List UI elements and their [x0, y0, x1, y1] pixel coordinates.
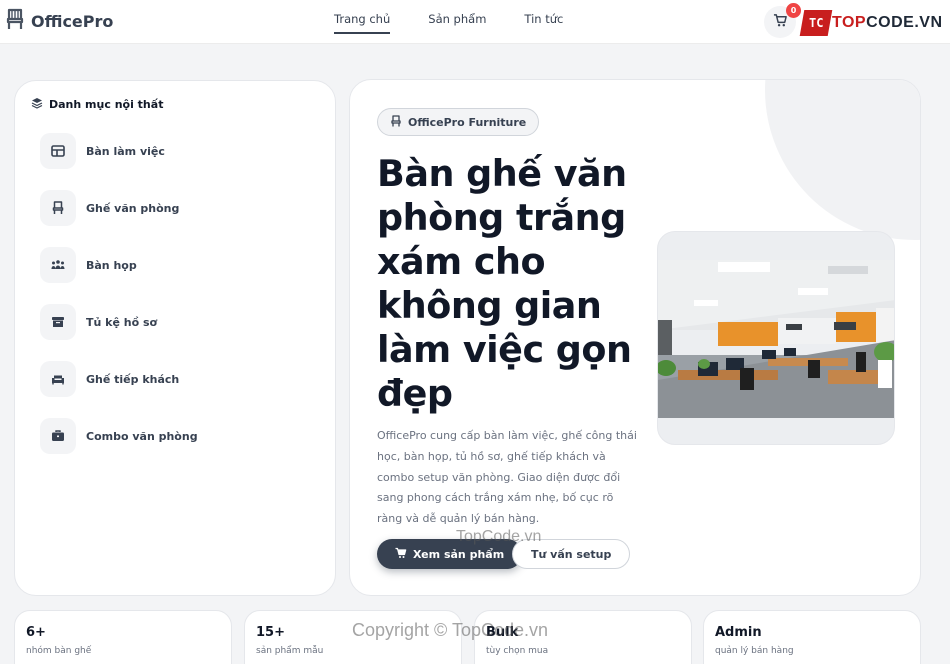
archive-icon	[40, 304, 76, 340]
table-icon	[40, 133, 76, 169]
nav-home[interactable]: Trang chủ	[334, 12, 391, 34]
stat-label: nhóm bàn ghế	[26, 646, 92, 656]
couch-icon	[40, 361, 76, 397]
cart-button[interactable]: 0	[764, 3, 801, 38]
topcode-text: TOPCODE.VN	[832, 14, 943, 31]
hero-title: Bàn ghế văn phòng trắng xám cho không gi…	[377, 152, 632, 415]
stat-value: Admin	[715, 625, 762, 640]
category-sidebar: Danh mục nội thất Bàn làm việc Ghế văn p…	[14, 80, 336, 596]
stat-card-admin: Admin quản lý bán hàng	[703, 610, 921, 664]
stat-label: tùy chọn mua	[486, 646, 549, 656]
hero-section: OfficePro Furniture Bàn ghế văn phòng tr…	[349, 79, 921, 596]
stat-label: quản lý bán hàng	[715, 646, 794, 656]
sidebar-item-label: Combo văn phòng	[86, 429, 198, 443]
layers-icon	[31, 97, 43, 112]
logo[interactable]: OfficePro	[5, 8, 113, 34]
sidebar-item-desks[interactable]: Bàn làm việc	[40, 133, 165, 169]
sidebar-item-label: Bàn làm việc	[86, 144, 165, 158]
topcode-brand-logo: TC TOPCODE.VN	[799, 10, 943, 36]
chair-icon	[40, 190, 76, 226]
sidebar-title: Danh mục nội thất	[31, 97, 163, 112]
topcode-mark: TC	[799, 10, 833, 36]
sidebar-item-label: Ghế văn phòng	[86, 201, 180, 215]
sidebar-item-guest-chairs[interactable]: Ghế tiếp khách	[40, 361, 179, 397]
sidebar-item-label: Tủ kệ hồ sơ	[86, 315, 158, 329]
sidebar-item-office-chairs[interactable]: Ghế văn phòng	[40, 190, 179, 226]
nav-products[interactable]: Sản phẩm	[428, 12, 486, 34]
chair-icon	[390, 114, 402, 130]
nav-news[interactable]: Tin tức	[524, 12, 563, 34]
main-nav: Trang chủ Sản phẩm Tin tức	[334, 12, 563, 34]
top-header: OfficePro Trang chủ Sản phẩm Tin tức 0 T…	[0, 0, 950, 44]
cart-icon	[395, 547, 407, 562]
sidebar-item-office-combo[interactable]: Combo văn phòng	[40, 418, 198, 454]
chair-logo-icon	[5, 8, 25, 34]
stat-label: sản phẩm mẫu	[256, 646, 324, 656]
sidebar-item-label: Ghế tiếp khách	[86, 372, 180, 386]
watermark-center: TopCode.vn	[456, 528, 542, 545]
logo-text: OfficePro	[31, 11, 114, 31]
stat-value: 15+	[256, 625, 285, 640]
brand-pill: OfficePro Furniture	[377, 108, 540, 136]
watermark-copyright: Copyright © TopCode.vn	[352, 620, 549, 640]
decorative-circle	[765, 80, 920, 240]
sidebar-item-label: Bàn họp	[86, 258, 137, 272]
sidebar-item-meeting-tables[interactable]: Bàn họp	[40, 247, 137, 283]
cart-icon	[773, 13, 788, 32]
office-photo	[658, 260, 894, 418]
stat-card-categories: 6+ nhóm bàn ghế	[14, 610, 232, 664]
briefcase-icon	[40, 418, 76, 454]
stat-value: 6+	[26, 625, 46, 640]
cart-count-badge: 0	[786, 3, 801, 18]
people-icon	[40, 247, 76, 283]
office-image-frame	[657, 231, 895, 445]
hero-description: OfficePro cung cấp bàn làm việc, ghế côn…	[377, 429, 637, 526]
sidebar-item-file-cabinets[interactable]: Tủ kệ hồ sơ	[40, 304, 157, 340]
